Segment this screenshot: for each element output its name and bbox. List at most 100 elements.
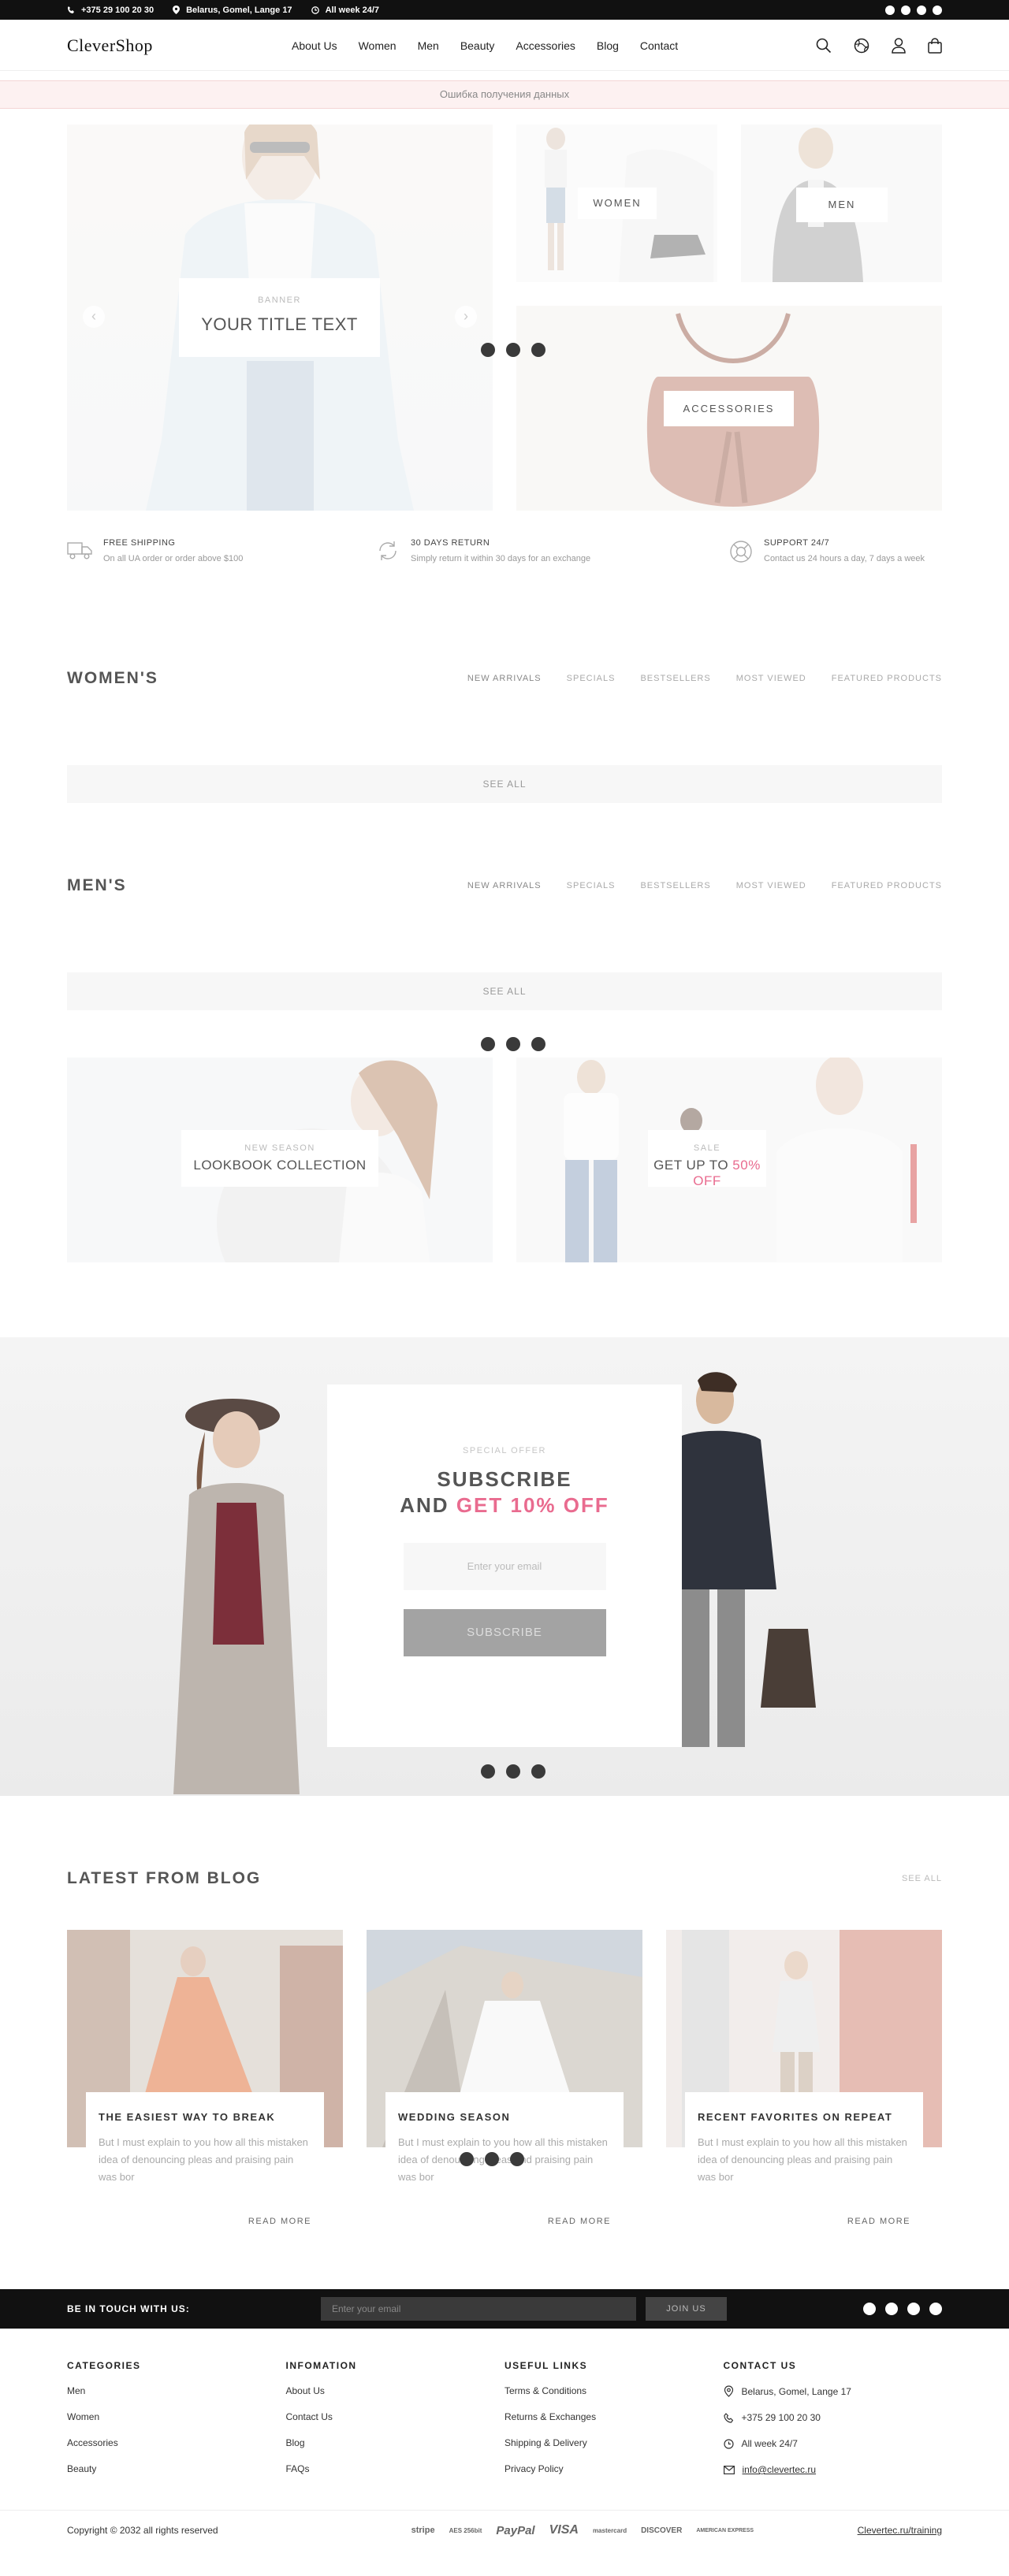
hero-banner-label: BANNER	[258, 296, 301, 305]
error-message: Ошибка получения данных	[0, 80, 1009, 109]
nav-blog[interactable]: Blog	[597, 39, 619, 52]
tab-most-viewed[interactable]: MOST VIEWED	[736, 674, 806, 683]
blog-post-title[interactable]: RECENT FAVORITES ON REPEAT	[698, 2111, 910, 2123]
carousel-dot[interactable]	[481, 343, 495, 357]
subscribe-button[interactable]: SUBSCRIBE	[403, 1609, 606, 1656]
carousel-dot[interactable]	[506, 343, 520, 357]
clock-icon	[723, 2438, 734, 2449]
blog-post-excerpt: But I must explain to you how all this m…	[698, 2136, 907, 2183]
site-footer: CATEGORIES Men Women Accessories Beauty …	[0, 2329, 1009, 2510]
logo[interactable]: CleverShop	[67, 35, 292, 56]
facebook-icon[interactable]	[885, 5, 895, 15]
payment-methods: stripe AES 256bit PayPal VISA mastercard…	[411, 2523, 754, 2537]
loading-dot	[531, 1037, 545, 1051]
twitter-icon[interactable]	[901, 5, 910, 15]
women-tile[interactable]: WOMEN	[516, 125, 717, 282]
footer-information-title: INFOMATION	[285, 2360, 357, 2371]
nav-about-us[interactable]: About Us	[292, 39, 337, 52]
footer-link-beauty[interactable]: Beauty	[67, 2463, 286, 2474]
footer-information: INFOMATION About Us Contact Us Blog FAQs	[286, 2360, 505, 2490]
tab-bestsellers[interactable]: BESTSELLERS	[640, 674, 710, 683]
tab-specials[interactable]: SPECIALS	[567, 674, 616, 683]
accessories-tile[interactable]: ACCESSORIES	[516, 306, 942, 511]
subscribe-card: SPECIAL OFFER SUBSCRIBE AND GET 10% OFF …	[327, 1385, 682, 1747]
nav-women[interactable]: Women	[359, 39, 397, 52]
footer-link-contact-us[interactable]: Contact Us	[286, 2411, 505, 2422]
blog-post-excerpt: But I must explain to you how all this m…	[99, 2136, 308, 2183]
subscribe-subtitle-prefix: AND	[400, 1493, 449, 1517]
blog-post[interactable]: THE EASIEST WAY TO BREAK But I must expl…	[67, 1930, 343, 2226]
footer-link-about-us[interactable]: About Us	[286, 2385, 505, 2396]
globe-icon[interactable]	[854, 38, 869, 54]
loading-dot	[531, 1764, 545, 1779]
hero-banner-title: YOUR TITLE TEXT	[201, 314, 358, 334]
blog-post[interactable]: WEDDING SEASON But I must explain to you…	[367, 1930, 642, 2226]
tab-new-arrivals[interactable]: NEW ARRIVALS	[467, 674, 542, 683]
lookbook-box: NEW SEASON LOOKBOOK COLLECTION	[181, 1130, 378, 1187]
blog-post-title[interactable]: WEDDING SEASON	[398, 2111, 611, 2123]
nav-accessories[interactable]: Accessories	[516, 39, 575, 52]
footer-link-terms[interactable]: Terms & Conditions	[504, 2385, 724, 2396]
blog-title: LATEST FROM BLOG	[67, 1869, 262, 1887]
hero-prev-arrow[interactable]: ‹	[83, 306, 105, 328]
loading-dot	[481, 1037, 495, 1051]
instagram-icon[interactable]	[907, 2303, 920, 2315]
user-icon[interactable]	[892, 37, 906, 54]
hero-banner[interactable]: ‹ › BANNER YOUR TITLE TEXT	[67, 125, 493, 511]
tab-new-arrivals[interactable]: NEW ARRIVALS	[467, 881, 542, 890]
location-icon	[173, 6, 181, 14]
nav-contact[interactable]: Contact	[640, 39, 678, 52]
footer-email[interactable]: info@clevertec.ru	[723, 2464, 943, 2475]
sale-banner[interactable]: SALE GET UP TO 50% OFF	[516, 1058, 942, 1262]
lookbook-banner[interactable]: NEW SEASON LOOKBOOK COLLECTION	[67, 1058, 493, 1262]
twitter-icon[interactable]	[885, 2303, 898, 2315]
footer-address: Belarus, Gomel, Lange 17	[724, 2385, 943, 2397]
pinterest-icon[interactable]	[933, 5, 942, 15]
mens-see-all-button[interactable]: SEE ALL	[67, 972, 942, 1010]
feature-shipping: FREE SHIPPING On all UA order or order a…	[67, 538, 376, 578]
tab-bestsellers[interactable]: BESTSELLERS	[640, 881, 710, 890]
join-us-button[interactable]: JOIN US	[646, 2297, 727, 2321]
footer-link-returns[interactable]: Returns & Exchanges	[504, 2411, 724, 2422]
sale-title: GET UP TO 50% OFF	[648, 1158, 766, 1189]
read-more-link[interactable]: READ MORE	[548, 2217, 611, 2226]
footer-phone[interactable]: +375 29 100 20 30	[723, 2412, 943, 2423]
cart-icon[interactable]	[928, 37, 942, 54]
aes-logo: AES 256bit	[449, 2526, 482, 2534]
pinterest-icon[interactable]	[929, 2303, 942, 2315]
tab-specials[interactable]: SPECIALS	[567, 881, 616, 890]
footer-link-blog[interactable]: Blog	[286, 2437, 505, 2448]
header-actions	[816, 37, 942, 54]
nav-beauty[interactable]: Beauty	[460, 39, 495, 52]
tab-most-viewed[interactable]: MOST VIEWED	[736, 881, 806, 890]
footer-link-accessories[interactable]: Accessories	[67, 2437, 286, 2448]
tab-featured-products[interactable]: FEATURED PRODUCTS	[832, 674, 942, 683]
womens-see-all-button[interactable]: SEE ALL	[67, 765, 942, 803]
blog-post-card: THE EASIEST WAY TO BREAK But I must expl…	[86, 2092, 324, 2226]
search-icon[interactable]	[816, 38, 832, 54]
instagram-icon[interactable]	[917, 5, 926, 15]
credit-link[interactable]: Clevertec.ru/training	[858, 2525, 942, 2536]
blog-see-all-link[interactable]: SEE ALL	[902, 1874, 942, 1883]
facebook-icon[interactable]	[863, 2303, 876, 2315]
footer-link-women[interactable]: Women	[67, 2411, 286, 2422]
footer-link-privacy[interactable]: Privacy Policy	[504, 2463, 724, 2474]
read-more-link[interactable]: READ MORE	[248, 2217, 311, 2226]
loading-dot	[481, 1764, 495, 1779]
footer-link-men[interactable]: Men	[67, 2385, 286, 2396]
carousel-dot[interactable]	[531, 343, 545, 357]
feature-title: 30 DAYS RETURN	[411, 538, 490, 548]
subscribe-email-input[interactable]: Enter your email	[403, 1543, 606, 1590]
topbar-phone[interactable]: +375 29 100 20 30	[67, 6, 154, 15]
nav-men[interactable]: Men	[418, 39, 439, 52]
hero-next-arrow[interactable]: ›	[455, 306, 477, 328]
men-tile[interactable]: MEN	[741, 125, 942, 282]
newsletter-email-input[interactable]: Enter your email	[321, 2297, 636, 2321]
footer-link-faqs[interactable]: FAQs	[286, 2463, 505, 2474]
read-more-link[interactable]: READ MORE	[847, 2217, 910, 2226]
footer-link-shipping[interactable]: Shipping & Delivery	[504, 2437, 724, 2448]
blog-post-title[interactable]: THE EASIEST WAY TO BREAK	[99, 2111, 311, 2123]
tab-featured-products[interactable]: FEATURED PRODUCTS	[832, 881, 942, 890]
blog-post[interactable]: RECENT FAVORITES ON REPEAT But I must ex…	[666, 1930, 942, 2226]
topbar-social	[885, 5, 942, 15]
